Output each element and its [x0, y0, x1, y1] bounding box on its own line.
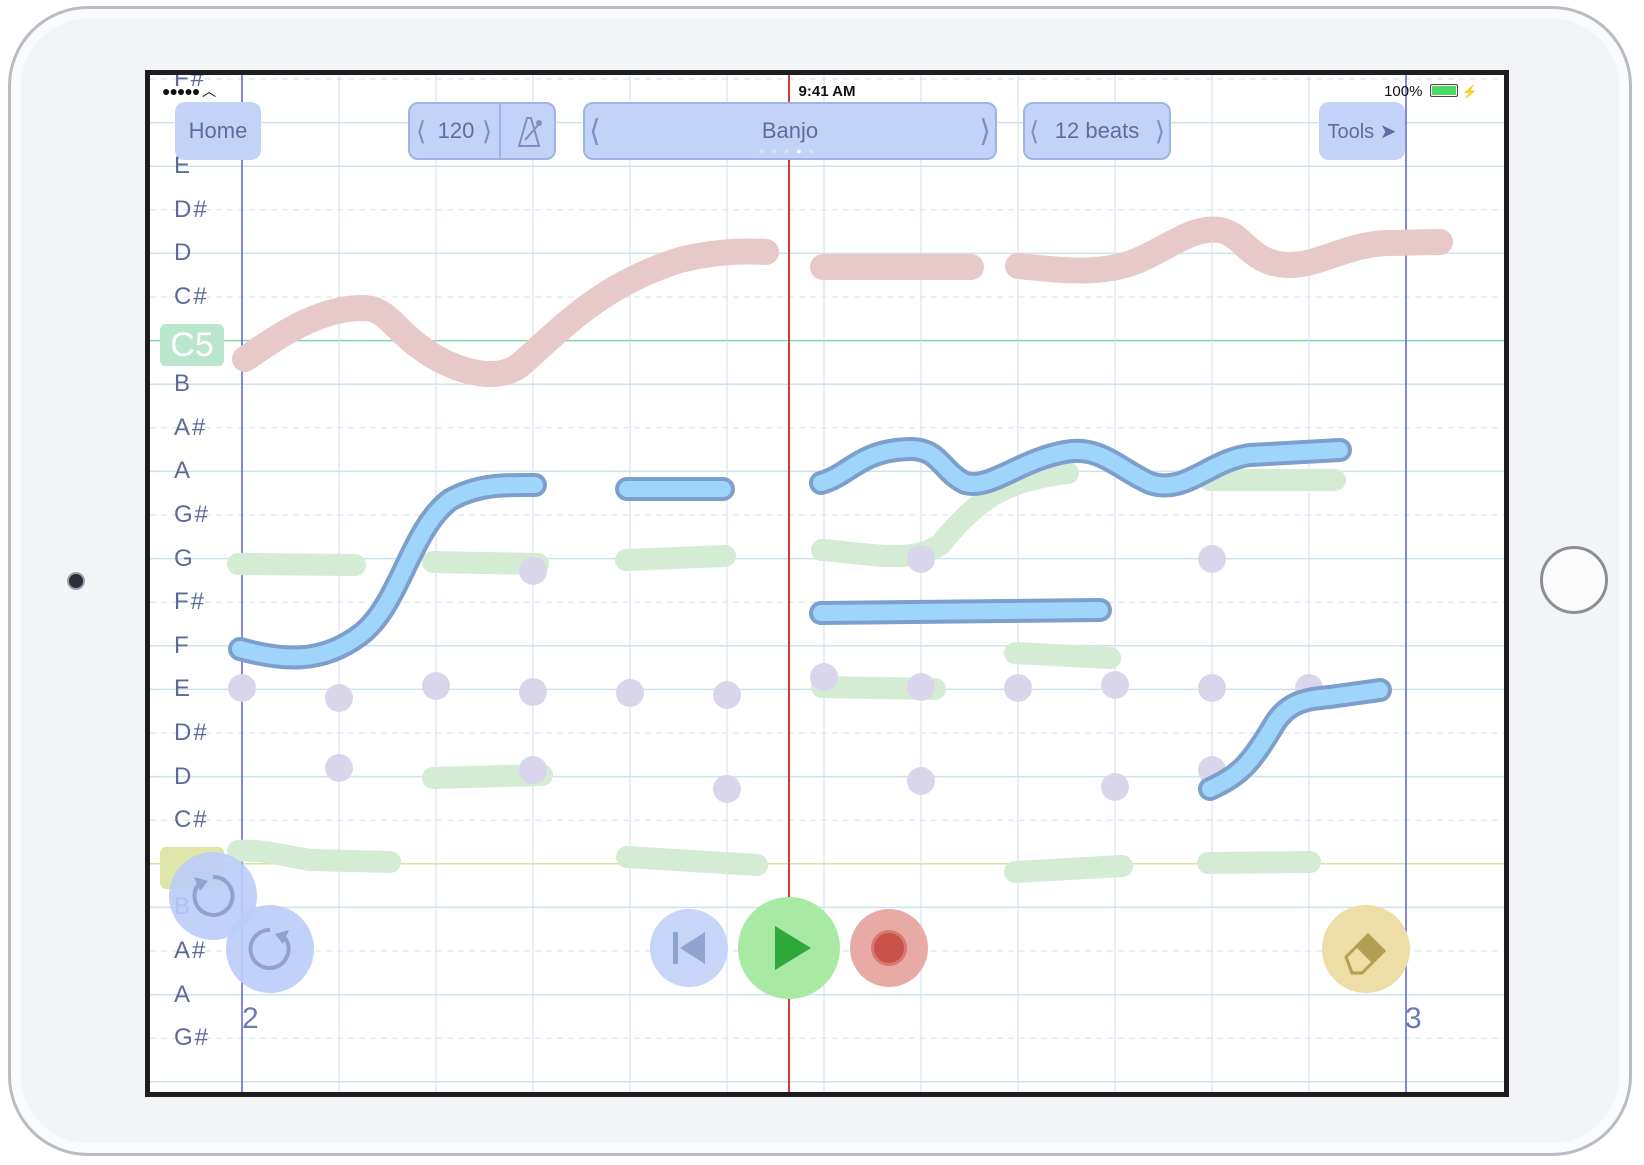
beat-dot [1004, 674, 1032, 702]
note-label: B [174, 370, 193, 398]
undo-icon [192, 874, 235, 917]
redo-icon [248, 927, 291, 970]
battery-icon [1429, 84, 1458, 97]
redo-button[interactable] [226, 905, 314, 993]
beat-dot [519, 678, 547, 706]
note-label: A [174, 457, 193, 485]
tools-button-label: Tools ➤ [1327, 120, 1397, 143]
eraser-icon [1344, 932, 1387, 975]
beats-control: ⟨ 12 beats ⟩ [1023, 102, 1171, 160]
note-label: G [174, 544, 195, 572]
note-label: A# [174, 937, 208, 964]
tools-button[interactable]: Tools ➤ [1319, 102, 1405, 160]
app-screen: F#FED#DC#BA#AG#GF#FED#DC#BA#AG# C5 2 3 ●… [145, 70, 1509, 1097]
beat-dot [519, 756, 547, 784]
home-button[interactable]: Home [175, 102, 261, 160]
metronome-icon[interactable] [513, 114, 545, 154]
beat-dot [1101, 773, 1129, 801]
rewind-icon [673, 932, 705, 964]
green-stroke [1004, 642, 1121, 669]
record-button[interactable] [850, 909, 928, 987]
beat-dot [713, 775, 741, 803]
play-icon [775, 926, 811, 970]
note-label: A [174, 980, 193, 1008]
green-stroke [1004, 855, 1133, 883]
beat-dot [1101, 671, 1129, 699]
eraser-button[interactable] [1322, 905, 1410, 993]
green-stroke [1197, 851, 1321, 874]
instrument-next-icon[interactable]: ⟩ [979, 114, 991, 149]
rewind-button[interactable] [650, 909, 728, 987]
note-label: D# [174, 195, 209, 223]
tempo-increase-icon[interactable]: ⟩ [482, 116, 492, 147]
tempo-value[interactable]: 120 [434, 118, 478, 144]
beat-dot [616, 679, 644, 707]
home-button-label: Home [188, 118, 248, 143]
green-stroke [227, 553, 366, 576]
beat-dot [1198, 545, 1226, 573]
status-time: 9:41 AM [798, 83, 856, 100]
beat-dot [519, 557, 547, 585]
hardware-home-button[interactable] [1540, 546, 1608, 614]
highlight-note-text: C5 [170, 325, 214, 364]
green-stroke [615, 545, 736, 571]
camera-icon [67, 572, 85, 590]
tempo-control: ⟨ 120 ⟩ [408, 102, 556, 160]
note-label: E [174, 675, 193, 703]
red-stroke [232, 238, 779, 388]
instrument-selector[interactable]: ⟨ Banjo ⟩ ●●●●● [583, 102, 997, 160]
red-stroke [1005, 216, 1453, 284]
beat-dot [810, 663, 838, 691]
green-strokes [227, 462, 1346, 883]
instrument-label: Banjo [761, 118, 819, 143]
green-stroke [227, 839, 401, 873]
divider [499, 104, 501, 158]
beats-label: 12 beats [1054, 118, 1140, 143]
note-label: D [174, 239, 194, 267]
note-label: A# [174, 413, 208, 441]
note-label: D [174, 762, 194, 790]
bar-number: 2 [242, 1002, 259, 1035]
note-label: G# [174, 501, 211, 528]
note-label: C# [174, 283, 209, 310]
page-indicator: ●●●●● [758, 146, 822, 156]
beat-dot [907, 767, 935, 795]
record-icon [871, 930, 907, 966]
beat-dot [325, 754, 353, 782]
beats-decrease-icon[interactable]: ⟨ [1029, 116, 1039, 147]
note-label: F# [174, 588, 207, 616]
beat-dot [907, 545, 935, 573]
bar-number: 3 [1405, 1002, 1422, 1035]
status-bar: ●●●●● ︿ 9:41 AM 100% ⚡ [150, 75, 1504, 105]
note-label: D# [174, 719, 209, 746]
battery-percent: 100% [1384, 83, 1423, 100]
red-strokes [232, 216, 1453, 388]
beat-dot [422, 672, 450, 700]
beats-increase-icon[interactable]: ⟩ [1155, 116, 1165, 147]
tempo-decrease-icon[interactable]: ⟨ [416, 116, 426, 147]
beat-dot [1198, 674, 1226, 702]
instrument-prev-icon[interactable]: ⟨ [589, 114, 601, 149]
charging-icon: ⚡ [1461, 84, 1478, 99]
blue-stroke [813, 602, 1108, 621]
note-label-highlight: C5 [160, 324, 224, 366]
beat-dot [713, 681, 741, 709]
beat-dot [325, 684, 353, 712]
beat-dot [907, 673, 935, 701]
play-button[interactable] [738, 897, 840, 999]
note-label: G# [174, 1024, 211, 1052]
note-label: F [174, 631, 191, 659]
green-stroke [616, 846, 768, 876]
note-label: C# [174, 806, 209, 834]
status-battery: 100% ⚡ [1384, 83, 1478, 100]
blue-strokes [228, 437, 1392, 801]
